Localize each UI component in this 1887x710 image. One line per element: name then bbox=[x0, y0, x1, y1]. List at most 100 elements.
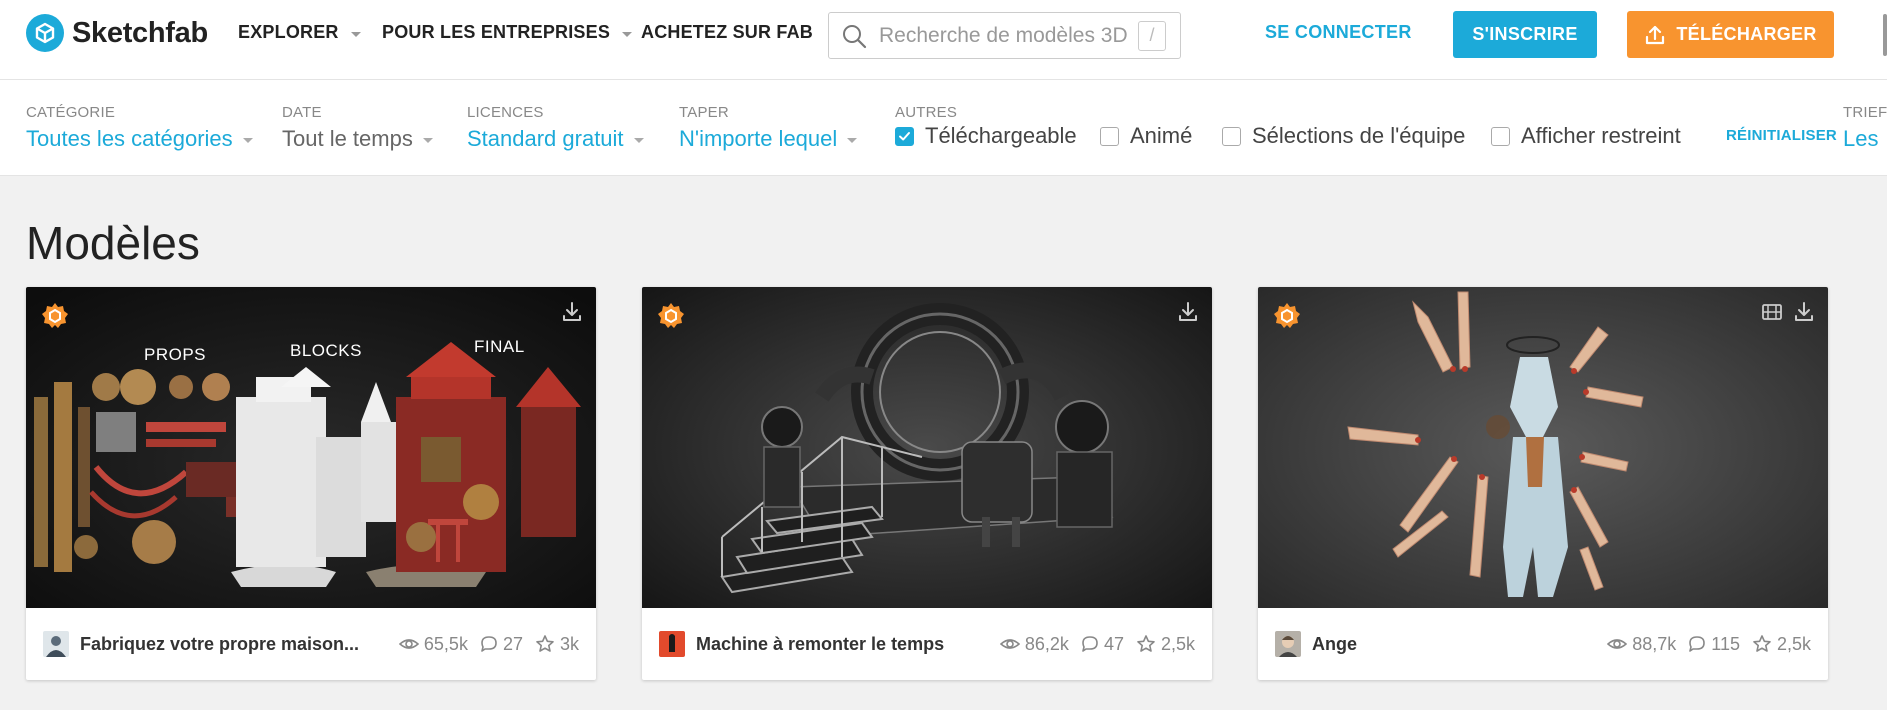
views-icon bbox=[1607, 639, 1628, 649]
sketchfab-logo-icon bbox=[26, 14, 64, 52]
chevron-down-icon bbox=[633, 138, 644, 143]
checkbox-box[interactable] bbox=[1100, 126, 1119, 146]
checkbox-show-restricted-label: Afficher restreint bbox=[1521, 123, 1681, 148]
staff-pick-icon bbox=[1274, 303, 1300, 328]
thumb-label-blocks: BLOCKS bbox=[290, 341, 362, 360]
checkbox-box[interactable] bbox=[1222, 126, 1241, 146]
model-stats: 88,7k 115 2,5k bbox=[1595, 634, 1811, 655]
download-icon[interactable] bbox=[560, 300, 584, 324]
upload-button[interactable]: TÉLÉCHARGER bbox=[1627, 11, 1834, 58]
comments-stat: 115 bbox=[1688, 634, 1740, 655]
upload-icon bbox=[1646, 25, 1665, 44]
search-box[interactable]: / bbox=[828, 12, 1181, 59]
filter-type-value[interactable]: N'importe lequel bbox=[679, 126, 858, 152]
filter-license-value[interactable]: Standard gratuit bbox=[467, 126, 644, 152]
chevron-down-icon bbox=[422, 138, 433, 143]
model-title[interactable]: Fabriquez votre propre maison... bbox=[80, 634, 387, 655]
download-icon[interactable] bbox=[1792, 300, 1816, 324]
comments-count: 115 bbox=[1711, 633, 1740, 654]
comments-icon bbox=[1082, 636, 1098, 652]
checkbox-checked-icon[interactable] bbox=[895, 126, 914, 146]
download-icon[interactable] bbox=[1176, 300, 1200, 324]
model-stats: 65,5k 27 3k bbox=[387, 634, 579, 655]
likes-icon bbox=[536, 635, 554, 652]
filter-category-value[interactable]: Toutes les catégories bbox=[26, 126, 253, 152]
search-icon bbox=[843, 24, 867, 48]
upload-button-label: TÉLÉCHARGER bbox=[1676, 24, 1817, 44]
search-input[interactable] bbox=[879, 23, 1134, 48]
likes-stat[interactable]: 3k bbox=[535, 634, 579, 655]
checkbox-downloadable-label: Téléchargeable bbox=[925, 123, 1077, 148]
views-stat: 88,7k bbox=[1607, 634, 1676, 655]
filter-date[interactable]: DATE Tout le temps bbox=[282, 104, 433, 152]
filter-license[interactable]: LICENCES Standard gratuit bbox=[467, 104, 644, 152]
model-card[interactable]: Ange 88,7k 115 2,5k bbox=[1258, 287, 1828, 680]
search-shortcut-hint: / bbox=[1138, 20, 1166, 51]
model-card[interactable]: Machine à remonter le temps 86,2k 47 2,5… bbox=[642, 287, 1212, 680]
filter-type-value-text: N'importe lequel bbox=[679, 126, 838, 151]
filter-sort-label: TRIEF bbox=[1843, 104, 1887, 121]
model-title[interactable]: Machine à remonter le temps bbox=[696, 634, 988, 655]
model-title[interactable]: Ange bbox=[1312, 634, 1595, 655]
thumb-label-props: PROPS bbox=[144, 345, 207, 364]
views-icon bbox=[999, 639, 1020, 649]
login-link[interactable]: SE CONNECTER bbox=[1265, 22, 1412, 43]
signup-button-label: S'INSCRIRE bbox=[1472, 24, 1578, 44]
signup-button[interactable]: S'INSCRIRE bbox=[1453, 11, 1597, 58]
filter-sort-value[interactable]: Les bbox=[1843, 126, 1887, 152]
views-stat: 65,5k bbox=[398, 634, 468, 655]
filter-type[interactable]: TAPER N'importe lequel bbox=[679, 104, 858, 152]
checkbox-staff-picks[interactable]: Sélections de l'équipe bbox=[1222, 123, 1465, 149]
nav-explorer[interactable]: EXPLORER bbox=[238, 22, 361, 43]
likes-count: 2,5k bbox=[1160, 633, 1195, 654]
views-count: 86,2k bbox=[1024, 633, 1069, 654]
page-title: Modèles bbox=[26, 217, 200, 269]
filter-type-label: TAPER bbox=[679, 104, 729, 121]
likes-icon bbox=[1753, 635, 1771, 652]
page-scrollbar[interactable] bbox=[1883, 14, 1887, 56]
likes-stat[interactable]: 2,5k bbox=[1136, 634, 1195, 655]
model-card-footer: Ange 88,7k 115 2,5k bbox=[1258, 608, 1828, 680]
model-thumbnail[interactable] bbox=[1258, 287, 1828, 608]
model-card[interactable]: PROPS BLOCKS FINAL Fabriquez votre propr… bbox=[26, 287, 596, 680]
filter-others: AUTRES bbox=[895, 104, 957, 121]
nav-business[interactable]: POUR LES ENTREPRISES bbox=[382, 22, 633, 43]
checkbox-staff-picks-label: Sélections de l'équipe bbox=[1252, 123, 1466, 148]
filter-license-value-text: Standard gratuit bbox=[467, 126, 624, 151]
likes-count: 3k bbox=[559, 633, 579, 654]
views-count: 88,7k bbox=[1632, 633, 1677, 654]
sketchfab-logo[interactable]: Sketchfab bbox=[26, 14, 208, 52]
comments-icon bbox=[1689, 636, 1706, 652]
checkbox-animated[interactable]: Animé bbox=[1100, 123, 1192, 149]
model-preview-image bbox=[1258, 287, 1828, 608]
animated-icon bbox=[1762, 304, 1782, 320]
avatar[interactable] bbox=[1275, 631, 1301, 657]
filter-sort[interactable]: TRIEF Les bbox=[1843, 104, 1887, 152]
filter-category-value-text: Toutes les catégories bbox=[26, 126, 233, 151]
model-thumbnail[interactable]: PROPS BLOCKS FINAL bbox=[26, 287, 596, 608]
staff-pick-icon bbox=[658, 303, 684, 328]
views-icon bbox=[398, 639, 419, 649]
avatar[interactable] bbox=[659, 631, 685, 657]
avatar[interactable] bbox=[43, 631, 69, 657]
logo-text: Sketchfab bbox=[72, 16, 208, 49]
nav-buy-on-fab[interactable]: ACHETEZ SUR FAB bbox=[641, 22, 813, 43]
checkbox-animated-label: Animé bbox=[1130, 123, 1193, 148]
comments-stat: 27 bbox=[480, 634, 523, 655]
filter-others-label: AUTRES bbox=[895, 104, 958, 121]
model-thumbnail[interactable] bbox=[642, 287, 1212, 608]
checkbox-show-restricted[interactable]: Afficher restreint bbox=[1491, 123, 1681, 149]
comments-count: 47 bbox=[1103, 633, 1124, 654]
filter-category-label: CATÉGORIE bbox=[26, 104, 116, 121]
thumb-label-final: FINAL bbox=[474, 337, 525, 356]
staff-pick-icon bbox=[42, 303, 68, 328]
checkbox-box[interactable] bbox=[1491, 126, 1510, 146]
filter-category[interactable]: CATÉGORIE Toutes les catégories bbox=[26, 104, 253, 152]
filter-license-label: LICENCES bbox=[467, 104, 544, 121]
reset-filters-link[interactable]: RÉINITIALISER bbox=[1726, 127, 1837, 144]
chevron-down-icon bbox=[242, 138, 253, 143]
likes-stat[interactable]: 2,5k bbox=[1752, 634, 1811, 655]
filter-date-value[interactable]: Tout le temps bbox=[282, 126, 433, 152]
model-preview-image bbox=[642, 287, 1212, 608]
checkbox-downloadable[interactable]: Téléchargeable bbox=[895, 123, 1077, 149]
